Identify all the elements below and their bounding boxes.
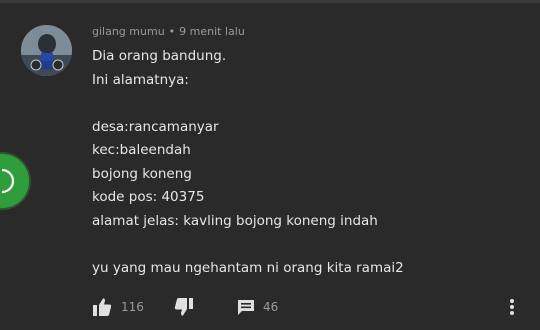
reply-count: 46 (263, 300, 279, 314)
comment-screen: gilang mumu • 9 menit lalu Dia orang bandu… (0, 0, 540, 330)
comment-line (92, 92, 512, 116)
thumbs-up-icon (93, 298, 112, 316)
comment-line (92, 233, 512, 257)
comment-time: 9 menit lalu (179, 25, 245, 38)
comment-body: Dia orang bandung. Ini alamatnya: desa:r… (92, 45, 512, 280)
comment-line: kode pos: 40375 (92, 189, 205, 205)
comment-author[interactable]: gilang mumu (92, 25, 165, 38)
comment-line: yu yang mau ngehantam ni orang kita rama… (92, 259, 404, 276)
thumbs-down-icon (174, 298, 193, 316)
more-vertical-icon (510, 299, 514, 315)
comment: gilang mumu • 9 menit lalu Dia orang bandu… (92, 22, 512, 280)
comment-line: Ini alamatnya: (92, 71, 189, 88)
comment-line: bojong koneng (92, 165, 192, 182)
avatar[interactable] (21, 25, 72, 76)
meta-separator: • (168, 25, 176, 38)
dislike-button[interactable] (174, 292, 194, 322)
like-button[interactable] (92, 292, 112, 322)
reply-button[interactable] (236, 292, 256, 322)
more-options-button[interactable] (508, 292, 516, 322)
comment-line: alamat jelas: kavling bojong koneng inda… (92, 212, 378, 229)
comment-icon (238, 300, 254, 315)
comment-line: desa:rancamanyar (92, 118, 219, 135)
comment-actions: 116 46 (92, 292, 532, 322)
whatsapp-icon (2, 168, 15, 194)
comment-meta: gilang mumu • 9 menit lalu (92, 22, 512, 42)
comment-line: Dia orang bandung. (92, 48, 227, 64)
whatsapp-share-button[interactable] (0, 154, 29, 208)
like-count: 116 (121, 300, 144, 314)
top-divider (0, 0, 540, 3)
comment-line: kec:baleendah (92, 142, 191, 158)
